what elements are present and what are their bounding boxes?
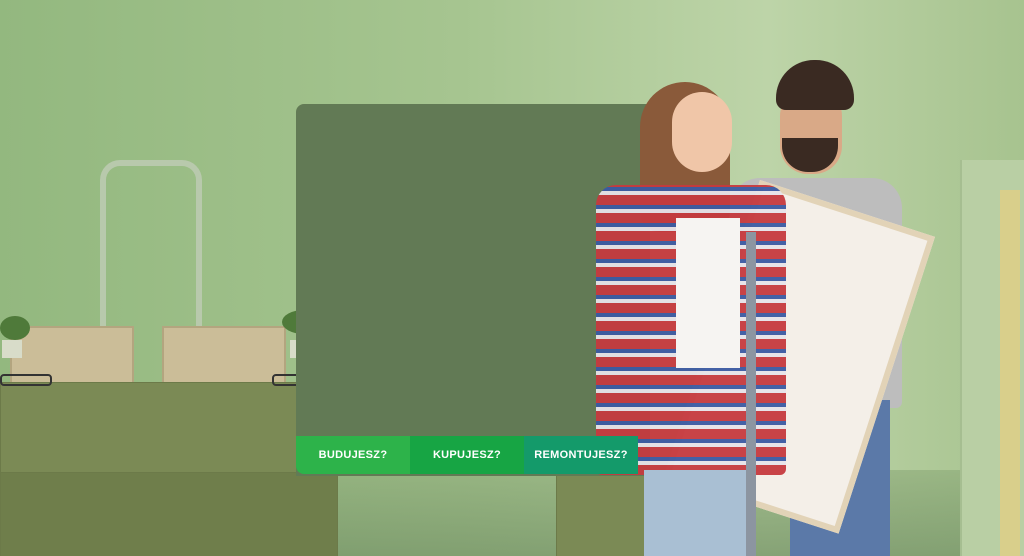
woman-face [672,92,732,172]
crate-right [162,326,286,386]
plant-left-icon [0,316,30,340]
chair-illustration [100,160,202,326]
tab-kupujesz[interactable]: KUPUJESZ? [410,436,524,474]
cardboard-box-large [0,382,338,474]
man-hair [776,60,854,110]
category-tabs: BUDUJESZ? KUPUJESZ? REMONTUJESZ? [296,436,638,474]
door-frame [1000,190,1020,556]
tab-budujesz[interactable]: BUDUJESZ? [296,436,410,474]
woman-jeans [644,470,754,556]
mop-handle [746,232,756,556]
woman-tank-top [676,218,740,368]
plant-pot-left [2,340,22,358]
tab-remontujesz[interactable]: REMONTUJESZ? [524,436,638,474]
glasses-left-icon [0,374,52,386]
cardboard-box-lower [0,472,338,556]
cardboard-box-right [556,474,650,556]
hero-banner: BUDUJESZ? KUPUJESZ? REMONTUJESZ? [0,0,1024,556]
